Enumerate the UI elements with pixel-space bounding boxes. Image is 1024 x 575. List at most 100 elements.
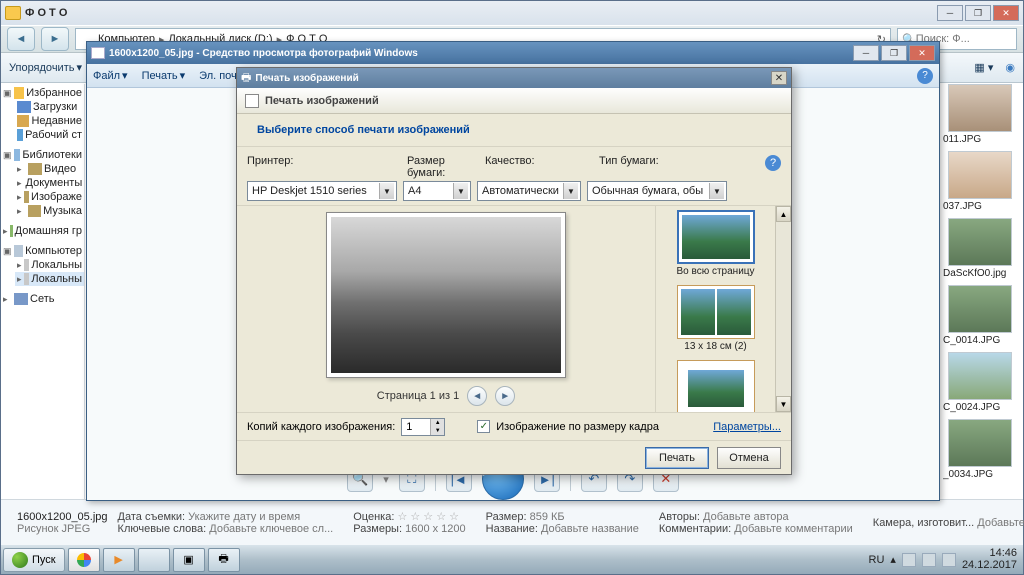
print-titlebar[interactable]: 🖶 Печать изображений ✕ (237, 68, 791, 88)
folder-icon (5, 6, 21, 20)
tree-item[interactable]: ▸Локальны (15, 272, 84, 286)
tree-item[interactable]: Рабочий ст (15, 128, 84, 142)
printer-icon (245, 94, 259, 108)
quality-select[interactable]: Автоматически▼ (477, 181, 581, 201)
papersize-label: Размер бумаги: (407, 155, 475, 179)
folder-icon (147, 554, 161, 566)
close-button[interactable]: ✕ (993, 5, 1019, 21)
view-button[interactable]: ▦ ▾ (974, 61, 993, 74)
details-filename: 1600x1200_05.jpg Рисунок JPEG (17, 502, 108, 543)
forward-button[interactable]: ► (41, 27, 69, 51)
print-subtitle: Выберите способ печати изображений (237, 114, 791, 147)
papertype-label: Тип бумаги: (599, 155, 659, 179)
tray-flag-icon[interactable] (902, 553, 916, 567)
fit-checkbox[interactable]: ✓ (477, 420, 490, 433)
tree-favorites[interactable]: ▣Избранное (1, 86, 84, 100)
preview-page (326, 212, 566, 378)
tree-item[interactable]: Загрузки (15, 100, 84, 114)
task-print[interactable]: 🖶 (208, 548, 240, 572)
tree-item[interactable]: ▸Локальны (15, 258, 84, 272)
help-icon[interactable]: ◉ (1005, 61, 1015, 74)
spin-up-icon[interactable]: ▲ (430, 419, 444, 427)
menu-file[interactable]: Файл ▾ (93, 69, 128, 82)
copies-spinner[interactable]: 1▲▼ (401, 418, 445, 436)
minimize-button[interactable]: ─ (937, 5, 963, 21)
help-icon[interactable]: ? (917, 68, 933, 84)
cancel-button[interactable]: Отмена (717, 447, 781, 469)
tray-volume-icon[interactable] (942, 553, 956, 567)
details-pane: 1600x1200_05.jpg Рисунок JPEG Дата съемк… (1, 499, 1023, 545)
preview-photo (331, 217, 561, 373)
chevron-down-icon: ▼ (379, 183, 394, 199)
explorer-titlebar[interactable]: Ф О Т О ─ ❐ ✕ (1, 1, 1023, 25)
print-header: Печать изображений (237, 88, 791, 114)
tree-libraries[interactable]: ▣Библиотеки (1, 148, 84, 162)
printer-icon: 🖶 (241, 69, 251, 88)
tree-item[interactable]: Недавние (15, 114, 84, 128)
tray-clock[interactable]: 14:4624.12.2017 (962, 548, 1017, 571)
scroll-down-icon[interactable]: ▼ (776, 396, 791, 412)
prev-page-button[interactable]: ◄ (467, 386, 487, 406)
printer-label: Принтер: (247, 155, 397, 179)
thumb-item[interactable]: _0034.JPG (943, 419, 1017, 480)
thumb-item[interactable]: DaScKfO0.jpg (943, 218, 1017, 279)
close-button[interactable]: ✕ (909, 45, 935, 61)
layout-option[interactable]: 13 x 18 см (2) (660, 285, 771, 352)
taskbar: Пуск ▶ ▣ 🖶 RU ▴ 14:4624.12.2017 (1, 545, 1023, 574)
play-icon: ▶ (114, 553, 122, 566)
task-mediaplayer[interactable]: ▶ (103, 548, 135, 572)
tray-expand-icon[interactable]: ▴ (890, 553, 896, 566)
thumbnails-column: 011.JPG 037.JPG DaScKfO0.jpg C_0014.JPG … (943, 84, 1017, 499)
printer-icon: 🖶 (218, 550, 228, 569)
maximize-button[interactable]: ❐ (881, 45, 907, 61)
layout-scrollbar[interactable]: ▲▼ (775, 206, 791, 412)
layout-option[interactable]: Во всю страницу (660, 210, 771, 277)
thumb-item[interactable]: C_0014.JPG (943, 285, 1017, 346)
start-orb-icon (12, 552, 28, 568)
close-button[interactable]: ✕ (771, 71, 787, 85)
menu-print[interactable]: Печать ▾ (142, 69, 186, 82)
papersize-select[interactable]: A4▼ (403, 181, 471, 201)
thumb-item[interactable]: 011.JPG (943, 84, 1017, 145)
tree-computer[interactable]: ▣Компьютер (1, 244, 84, 258)
copies-label: Копий каждого изображения: (247, 421, 395, 433)
print-button[interactable]: Печать (645, 447, 709, 469)
minimize-button[interactable]: ─ (853, 45, 879, 61)
start-button[interactable]: Пуск (3, 548, 65, 572)
papertype-select[interactable]: Обычная бумага, обы▼ (587, 181, 727, 201)
window-title: Ф О Т О (25, 7, 933, 19)
tree-item[interactable]: ▸Изображе (15, 190, 84, 204)
maximize-button[interactable]: ❐ (965, 5, 991, 21)
chevron-down-icon: ▼ (453, 183, 468, 199)
next-page-button[interactable]: ► (495, 386, 515, 406)
print-actions: Печать Отмена (237, 440, 791, 474)
system-tray: RU ▴ 14:4624.12.2017 (869, 548, 1021, 571)
thumb-item[interactable]: C_0024.JPG (943, 352, 1017, 413)
layout-option[interactable]: 20 x 25 см (1) (660, 360, 771, 412)
print-preview: Страница 1 из 1 ◄ ► (237, 206, 655, 412)
nav-tree: ▣Избранное Загрузки Недавние Рабочий ст … (1, 84, 85, 499)
tray-lang[interactable]: RU (869, 554, 885, 566)
task-explorer[interactable] (138, 548, 170, 572)
tree-homegroup[interactable]: ▸Домашняя гр (1, 224, 84, 238)
thumb-item[interactable]: 037.JPG (943, 151, 1017, 212)
print-main: Страница 1 из 1 ◄ ► Во всю страницу 13 x… (237, 206, 791, 412)
quality-label: Качество: (485, 155, 589, 179)
spin-down-icon[interactable]: ▼ (430, 427, 444, 435)
organize-menu[interactable]: Упорядочить ▾ (9, 61, 82, 74)
viewer-titlebar[interactable]: 1600x1200_05.jpg - Средство просмотра фо… (87, 42, 939, 64)
layout-list: Во всю страницу 13 x 18 см (2) 20 x 25 с… (655, 206, 775, 412)
printer-select[interactable]: HP Deskjet 1510 series▼ (247, 181, 397, 201)
tray-network-icon[interactable] (922, 553, 936, 567)
back-button[interactable]: ◄ (7, 27, 35, 51)
task-chrome[interactable] (68, 548, 100, 572)
tree-network[interactable]: ▸Сеть (1, 292, 84, 306)
scroll-up-icon[interactable]: ▲ (776, 206, 791, 222)
params-link[interactable]: Параметры... (713, 421, 781, 433)
help-icon[interactable]: ? (765, 155, 781, 171)
tree-item[interactable]: ▸Музыка (15, 204, 84, 218)
tree-item[interactable]: ▸Видео (15, 162, 84, 176)
task-app[interactable]: ▣ (173, 548, 205, 572)
print-footer-options: Копий каждого изображения: 1▲▼ ✓ Изображ… (237, 412, 791, 440)
tree-item[interactable]: ▸Документы (15, 176, 84, 190)
